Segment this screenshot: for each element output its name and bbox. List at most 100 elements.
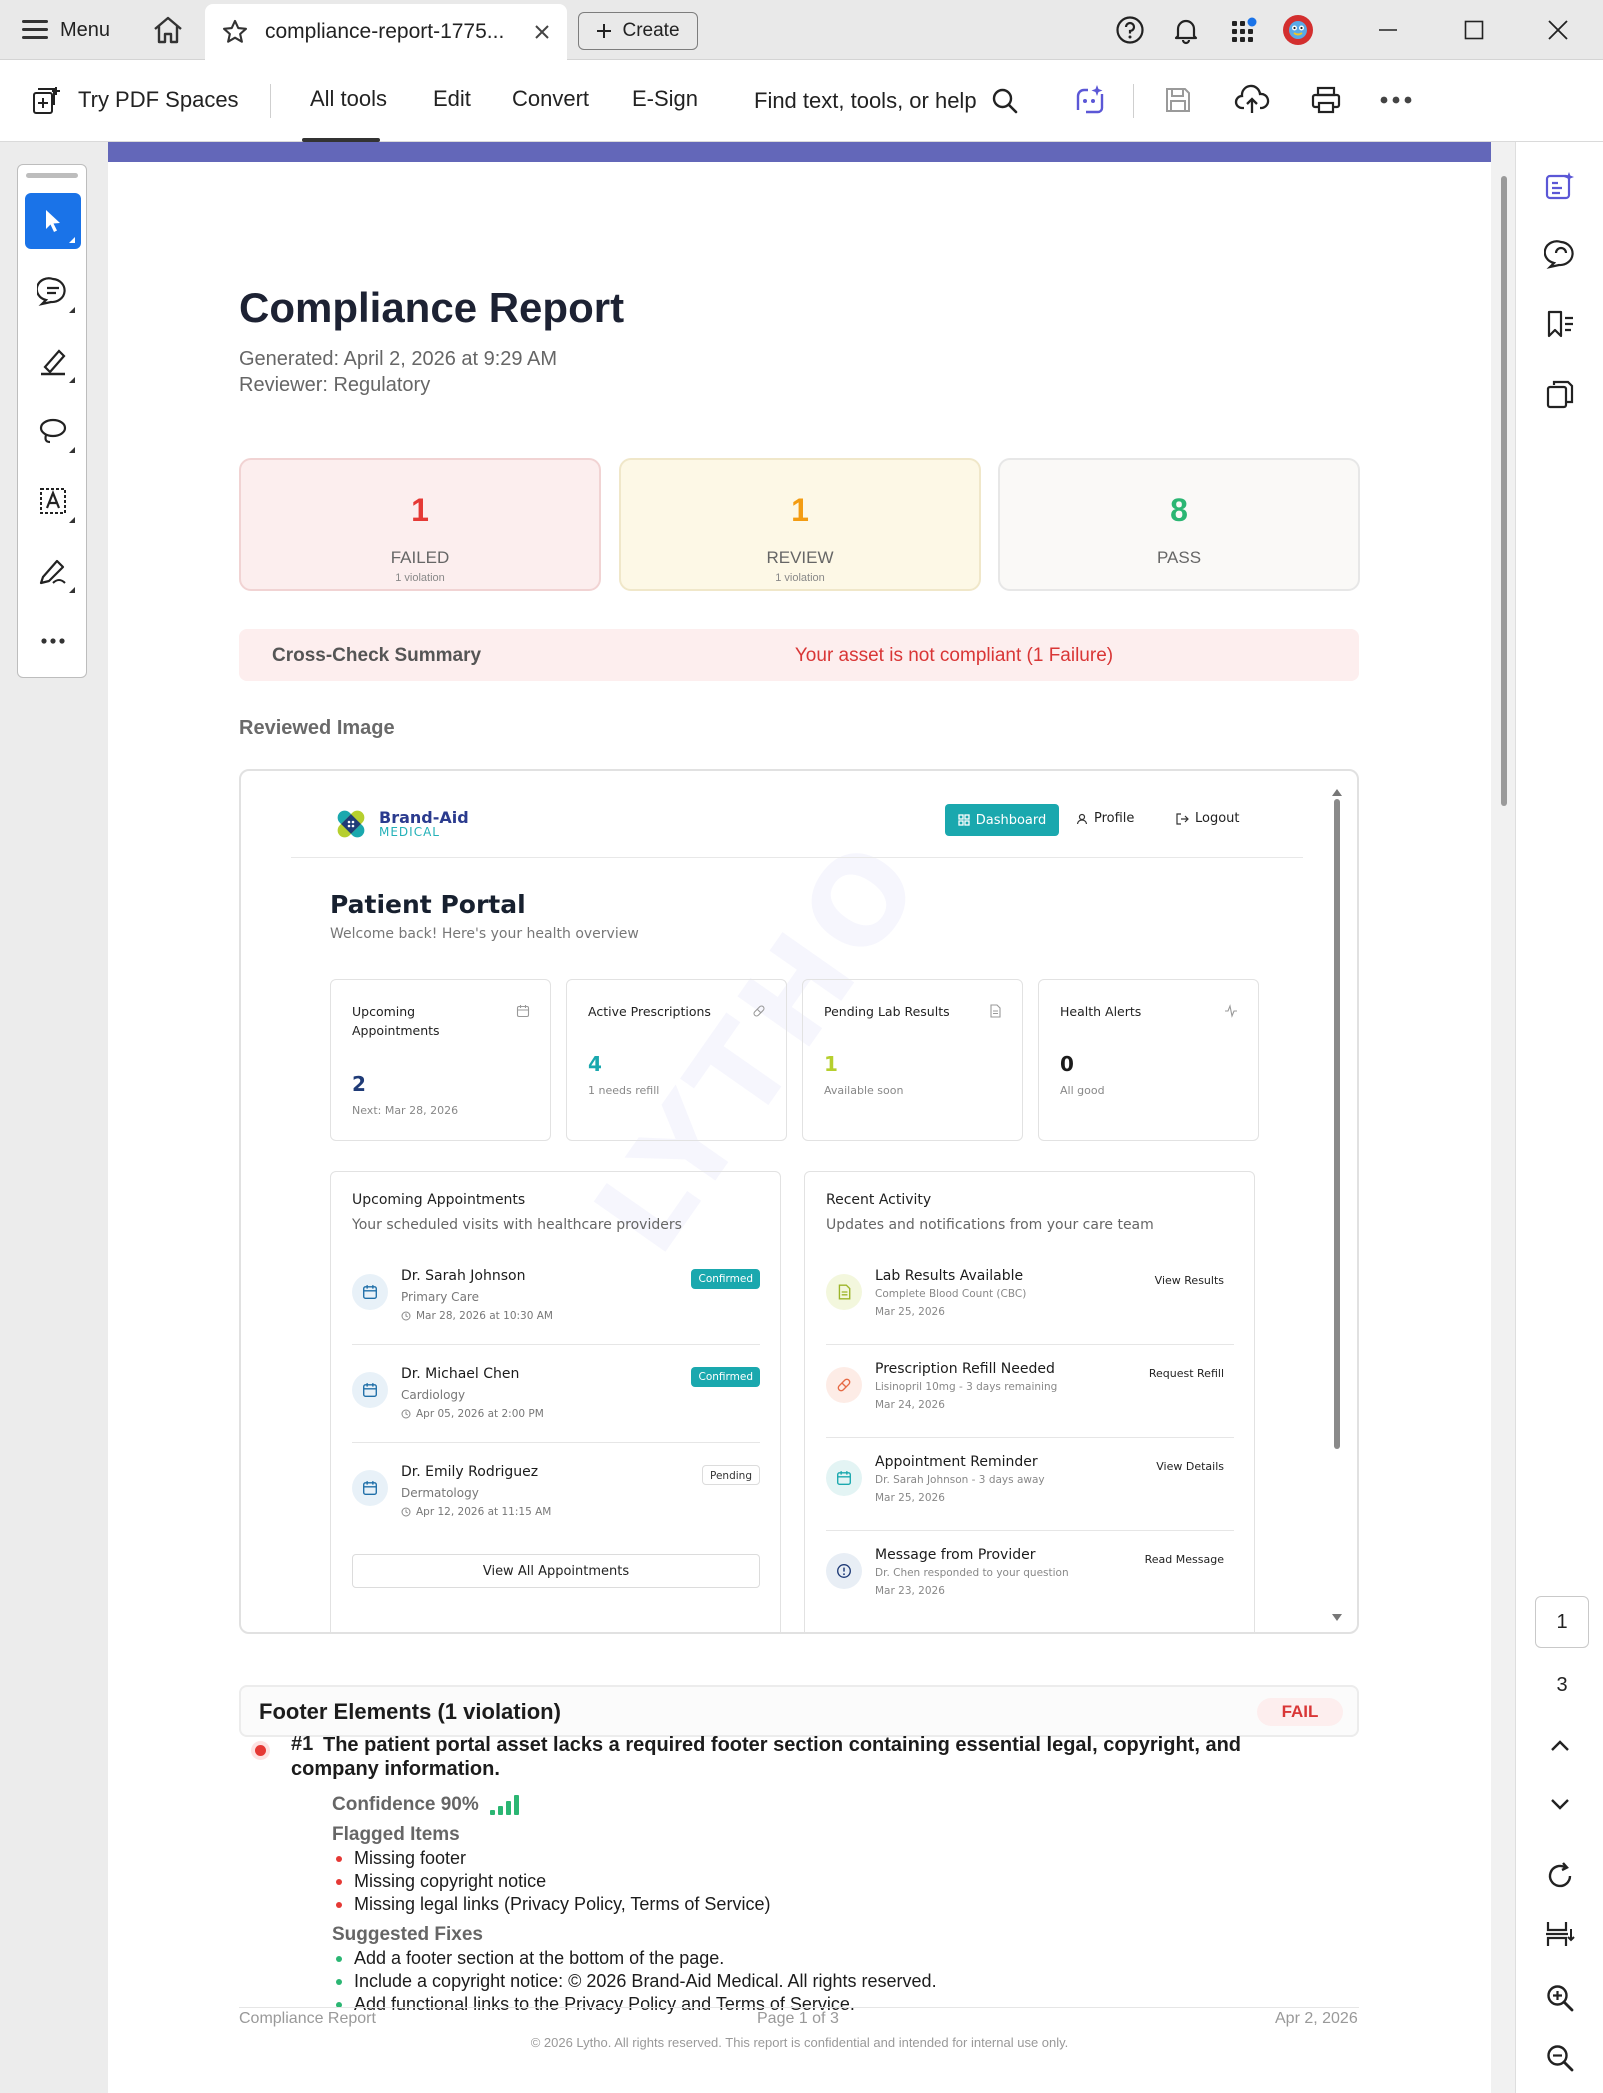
ai-summary-button[interactable] — [1538, 164, 1582, 208]
activity-desc: Complete Blood Count (CBC) — [875, 1288, 1027, 1300]
activity-date: Mar 25, 2026 — [875, 1306, 945, 1318]
next-page-button[interactable] — [1538, 1782, 1582, 1826]
comments-panel-button[interactable] — [1538, 232, 1582, 276]
rotate-button[interactable] — [1538, 1854, 1582, 1898]
page-layout-button[interactable] — [1538, 1912, 1582, 1956]
document-tab[interactable]: compliance-report-1775... — [205, 4, 567, 60]
main-toolbar: Try PDF Spaces All tools Edit Convert E-… — [0, 60, 1603, 142]
maximize-icon — [1464, 20, 1484, 40]
minimize-button[interactable] — [1368, 12, 1408, 48]
home-button[interactable] — [148, 12, 188, 48]
select-tool[interactable] — [25, 193, 81, 249]
appointment-time: Apr 05, 2026 at 2:00 PM — [401, 1408, 544, 1420]
comment-tool[interactable] — [25, 263, 81, 319]
kpi-sub: All good — [1060, 1084, 1105, 1097]
more-horizontal-icon — [41, 638, 65, 644]
kpi-card-prescriptions: Active Prescriptions 4 1 needs refill — [566, 979, 787, 1141]
header-divider — [291, 857, 1303, 858]
highlight-tool[interactable] — [25, 333, 81, 389]
tab-all-tools[interactable]: All tools — [310, 86, 387, 112]
help-button[interactable] — [1112, 12, 1148, 48]
activity-item: Message from Provider Dr. Chen responded… — [826, 1531, 1234, 1624]
find-search-button[interactable]: Find text, tools, or help — [754, 82, 1019, 120]
stat-sub: 1 violation — [395, 572, 445, 584]
close-tab-icon[interactable] — [533, 23, 551, 41]
tab-edit[interactable]: Edit — [433, 86, 471, 112]
close-icon — [1548, 20, 1568, 40]
avatar[interactable] — [1280, 12, 1316, 48]
tab-convert[interactable]: Convert — [512, 86, 589, 112]
ai-assistant-button[interactable] — [1068, 78, 1112, 122]
profile-link: Profile — [1076, 811, 1134, 826]
toolbar-divider — [1133, 84, 1134, 118]
panel-title: Recent Activity — [826, 1192, 932, 1208]
fail-badge: FAIL — [1257, 1698, 1343, 1726]
draw-tool[interactable] — [25, 403, 81, 459]
title-bar: Menu compliance-report-1775... Create — [0, 0, 1603, 60]
activity-date: Mar 23, 2026 — [875, 1585, 945, 1597]
reviewed-image: LYTHO Brand-Aid MEDICAL Dashboard Profil… — [239, 769, 1359, 1634]
logout-label: Logout — [1195, 811, 1240, 826]
kpi-sub: Next: Mar 28, 2026 — [352, 1104, 459, 1117]
stat-label: REVIEW — [766, 548, 834, 567]
bookmarks-button[interactable] — [1538, 302, 1582, 346]
zoom-in-button[interactable] — [1538, 1976, 1582, 2020]
dashboard-button: Dashboard — [945, 804, 1059, 836]
flagged-item-text: Missing legal links (Privacy Policy, Ter… — [354, 1894, 771, 1914]
find-label: Find text, tools, or help — [754, 88, 977, 113]
document-scrollbar[interactable] — [1491, 142, 1515, 2093]
toolbar-divider — [270, 84, 271, 118]
suggested-fix: Add a footer section at the bottom of th… — [336, 1948, 724, 1969]
save-button[interactable] — [1156, 78, 1200, 122]
upload-button[interactable] — [1230, 78, 1274, 122]
kpi-title: Pending Lab Results — [824, 1004, 950, 1019]
text-box-tool[interactable] — [25, 473, 81, 529]
calendar-icon — [352, 1274, 388, 1310]
user-icon — [1076, 813, 1088, 824]
create-button[interactable]: Create — [578, 12, 698, 50]
violation-bullet-icon — [255, 1745, 266, 1756]
activity-panel: Recent Activity Updates and notification… — [804, 1171, 1255, 1632]
sign-tool[interactable] — [25, 543, 81, 599]
highlighter-icon — [41, 349, 66, 376]
pages-panel-button[interactable] — [1538, 372, 1582, 416]
kpi-title: Active Prescriptions — [588, 1004, 711, 1019]
pen-sign-icon — [39, 559, 66, 585]
bookmark-icon — [1547, 310, 1573, 338]
stat-card-pass: 8 PASS — [998, 458, 1360, 591]
generated-date: Generated: April 2, 2026 at 9:29 AM — [239, 348, 557, 370]
help-icon — [1116, 16, 1144, 44]
chevron-down-icon — [1551, 1799, 1569, 1810]
try-pdf-spaces-button[interactable]: Try PDF Spaces — [30, 80, 239, 120]
scroll-thumb[interactable] — [1501, 176, 1507, 806]
zoom-out-button[interactable] — [1538, 2036, 1582, 2080]
appointment-item: Dr. Emily Rodriguez Dermatology Apr 12, … — [352, 1448, 760, 1541]
more-options-button[interactable] — [1374, 78, 1418, 122]
scroll-thumb — [1334, 799, 1340, 1449]
specialty: Cardiology — [401, 1388, 466, 1402]
scroll-layout-icon — [1546, 1922, 1575, 1946]
clock-icon — [401, 1311, 411, 1321]
maximize-button[interactable] — [1454, 12, 1494, 48]
close-window-button[interactable] — [1538, 12, 1578, 48]
suggested-fix: Include a copyright notice: © 2026 Brand… — [336, 1971, 937, 1992]
activity-action: Request Refill — [1148, 1367, 1224, 1380]
kpi-value: 0 — [1060, 1052, 1074, 1076]
clock-icon — [401, 1409, 411, 1419]
time-text: Apr 12, 2026 at 11:15 AM — [416, 1506, 552, 1518]
more-tools-button[interactable] — [25, 613, 81, 669]
activity-desc: Dr. Sarah Johnson - 3 days away — [875, 1474, 1045, 1486]
stat-value: 1 — [411, 492, 429, 528]
notifications-button[interactable] — [1168, 12, 1204, 48]
menu-button[interactable]: Menu — [22, 14, 110, 46]
activity-title: Appointment Reminder — [875, 1454, 1038, 1470]
avatar-icon — [1283, 15, 1313, 45]
star-icon[interactable] — [221, 18, 249, 46]
current-page-input[interactable]: 1 — [1535, 1596, 1589, 1648]
previous-page-button[interactable] — [1538, 1724, 1582, 1768]
menu-label: Menu — [60, 18, 111, 41]
tab-e-sign[interactable]: E-Sign — [632, 86, 698, 112]
apps-button[interactable] — [1226, 12, 1262, 48]
print-button[interactable] — [1304, 78, 1348, 122]
drag-handle[interactable] — [26, 173, 78, 178]
